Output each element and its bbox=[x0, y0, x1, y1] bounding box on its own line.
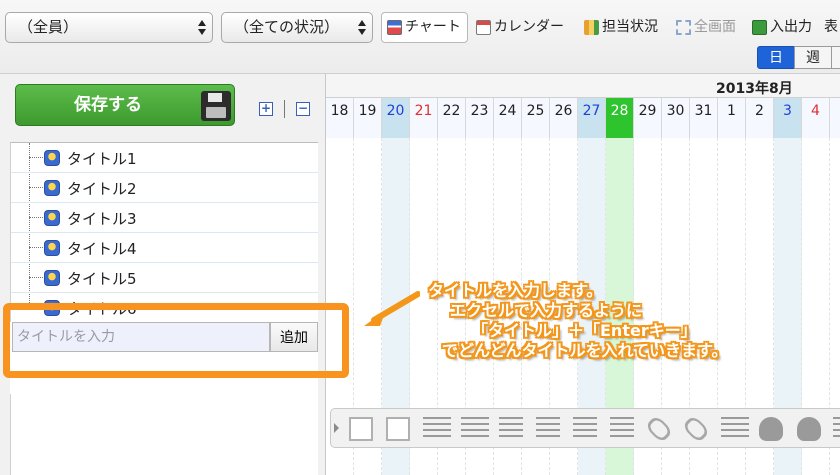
tree-branch bbox=[29, 157, 45, 158]
task-node-icon bbox=[44, 180, 60, 196]
task-title: タイトル4 bbox=[67, 240, 137, 258]
day-header: 181920212223242526272829303112345 bbox=[326, 98, 840, 138]
table-view-button[interactable]: 表 bbox=[824, 12, 838, 43]
task-row[interactable]: タイトル1 bbox=[11, 143, 318, 173]
day-cell: 18 bbox=[326, 98, 354, 138]
unlink-icon[interactable] bbox=[681, 414, 711, 444]
month-header: 2013年8月 bbox=[326, 74, 840, 98]
task-node-icon bbox=[44, 240, 60, 256]
assignment-icon bbox=[584, 20, 599, 35]
task-node-icon bbox=[44, 210, 60, 226]
indent-icon[interactable] bbox=[499, 417, 523, 441]
annotation-line: でどんどんタイトルを入れていきます。 bbox=[442, 341, 728, 360]
month-label: 2013年8月 bbox=[716, 81, 793, 97]
calendar-icon bbox=[476, 20, 491, 35]
save-button-label: 保存する bbox=[74, 95, 142, 115]
day-cell: 23 bbox=[466, 98, 494, 138]
calendar-view-button[interactable]: カレンダー bbox=[476, 12, 564, 43]
tree-branch bbox=[29, 277, 45, 278]
separator bbox=[284, 100, 285, 118]
task-title: タイトル1 bbox=[67, 150, 137, 168]
move-up-icon[interactable] bbox=[573, 417, 597, 441]
import-export-label: 入出力 bbox=[770, 19, 812, 35]
day-cell: 22 bbox=[438, 98, 466, 138]
task-row[interactable]: タイトル4 bbox=[11, 233, 318, 263]
day-cell: 25 bbox=[522, 98, 550, 138]
fullscreen-button[interactable]: 全画面 bbox=[676, 12, 736, 43]
day-cell: 26 bbox=[550, 98, 578, 138]
day-cell: 19 bbox=[354, 98, 382, 138]
task-title: タイトル3 bbox=[67, 210, 137, 228]
day-cell: 24 bbox=[494, 98, 522, 138]
select-arrows-icon bbox=[198, 19, 206, 36]
top-toolbar: （全員） （全ての状況） チャート カレンダー 担当状況 全画面 入出力 表 日… bbox=[0, 0, 840, 74]
tree-branch bbox=[29, 187, 45, 188]
scale-day-button[interactable]: 日 bbox=[757, 46, 795, 69]
callout-arrow-icon bbox=[364, 291, 420, 326]
scale-week-button[interactable]: 週 bbox=[794, 46, 832, 69]
chart-icon bbox=[387, 20, 402, 35]
assignment-view-button[interactable]: 担当状況 bbox=[584, 12, 658, 43]
highlight-frame bbox=[3, 303, 349, 378]
assignment-view-label: 担当状況 bbox=[602, 19, 658, 35]
new-document-icon[interactable] bbox=[349, 417, 373, 441]
collapse-all-button[interactable]: − bbox=[296, 102, 310, 116]
milestone-icon[interactable] bbox=[721, 417, 749, 441]
paste-icon[interactable] bbox=[386, 417, 410, 441]
task-row[interactable]: タイトル2 bbox=[11, 173, 318, 203]
fullscreen-icon bbox=[676, 20, 691, 35]
day-cell: 30 bbox=[662, 98, 690, 138]
task-row[interactable]: タイトル3 bbox=[11, 203, 318, 233]
day-cell: 1 bbox=[718, 98, 746, 138]
select-arrows-icon bbox=[358, 19, 366, 36]
task-panel: 保存する + − タイトル1 タイトル2 タイトル3 タイトル4 タイトル5 タイトル6 … bbox=[0, 74, 326, 475]
day-cell: 20 bbox=[382, 98, 410, 138]
day-cell: 2 bbox=[746, 98, 774, 138]
remove-user-icon[interactable] bbox=[797, 417, 821, 441]
day-cell: 21 bbox=[410, 98, 438, 138]
annotation-line: エクセルで入力するように bbox=[450, 301, 643, 320]
move-down-icon[interactable] bbox=[610, 417, 634, 441]
floppy-disk-icon bbox=[201, 91, 231, 121]
day-cell: 4 bbox=[802, 98, 830, 138]
day-cell: 27 bbox=[578, 98, 606, 138]
day-cell: 5 bbox=[830, 98, 840, 138]
chart-view-label: チャート bbox=[405, 19, 461, 35]
chart-view-button[interactable]: チャート bbox=[381, 12, 468, 43]
day-cell: 3 bbox=[774, 98, 802, 138]
scale-more-button[interactable] bbox=[831, 46, 840, 69]
task-title: タイトル2 bbox=[67, 180, 137, 198]
task-row[interactable]: タイトル5 bbox=[11, 263, 318, 293]
import-export-icon bbox=[752, 20, 767, 35]
fullscreen-label: 全画面 bbox=[694, 19, 736, 35]
member-select-value: （全員） bbox=[18, 18, 79, 36]
outdent-icon[interactable] bbox=[536, 417, 560, 441]
day-cell: 28 bbox=[606, 98, 634, 138]
tree-branch bbox=[29, 217, 45, 218]
day-cell: 29 bbox=[634, 98, 662, 138]
status-select[interactable]: （全ての状況） bbox=[221, 12, 373, 43]
toolbar-grip-icon[interactable] bbox=[334, 423, 339, 433]
tutorial-annotation: タイトルを入力します。 エクセルで入力するように 「タイトル」＋「Enterキー… bbox=[422, 281, 832, 361]
calendar-view-label: カレンダー bbox=[494, 19, 564, 35]
tree-branch bbox=[29, 247, 45, 248]
save-button[interactable]: 保存する bbox=[15, 84, 235, 126]
annotation-line: タイトルを入力します。 bbox=[428, 281, 603, 300]
member-select[interactable]: （全員） bbox=[5, 12, 213, 43]
task-node-icon bbox=[44, 270, 60, 286]
edit-toolbar bbox=[330, 408, 840, 448]
day-cell: 31 bbox=[690, 98, 718, 138]
task-node-icon bbox=[44, 150, 60, 166]
insert-below-icon[interactable] bbox=[461, 417, 489, 441]
link-icon[interactable] bbox=[644, 414, 674, 444]
add-user-icon[interactable] bbox=[759, 417, 783, 441]
task-title: タイトル5 bbox=[67, 270, 137, 288]
status-select-value: （全ての状況） bbox=[234, 18, 340, 36]
annotation-line: 「タイトル」＋「Enterキー」 bbox=[472, 321, 697, 340]
table-view-label: 表 bbox=[824, 19, 838, 35]
expand-all-button[interactable]: + bbox=[259, 102, 273, 116]
import-export-button[interactable]: 入出力 bbox=[752, 12, 812, 43]
more-icon[interactable] bbox=[833, 417, 840, 441]
insert-task-icon[interactable] bbox=[423, 417, 451, 441]
